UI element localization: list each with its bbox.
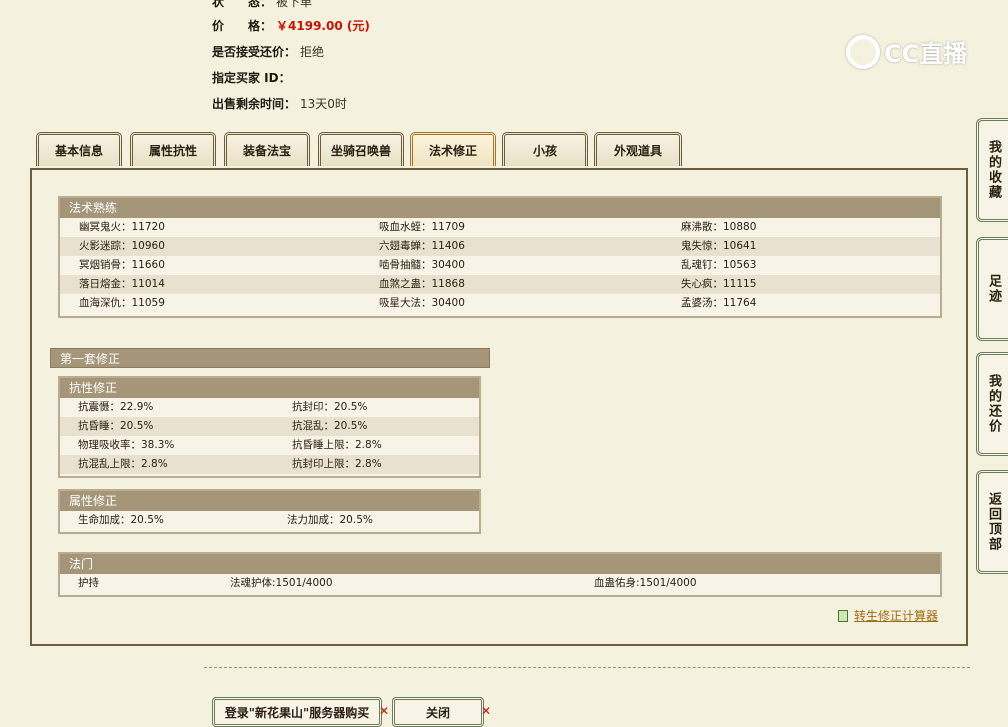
table-cell: 抗封印：20.5% <box>292 401 368 413</box>
side-nav-history[interactable]: 足迹 <box>976 237 1008 341</box>
tab-mounts-pets[interactable]: 坐骑召唤兽 <box>318 132 404 166</box>
tab-label: 外观道具 <box>613 144 662 158</box>
table-cell: 血蛊佑身:1501/4000 <box>594 577 697 589</box>
tab-equipment[interactable]: 装备法宝 <box>224 132 310 166</box>
table-cell: 幽冥鬼火：11720 <box>79 221 165 233</box>
side-nav-my-offers[interactable]: 我的还价 <box>976 352 1008 456</box>
side-nav-label: 足迹 <box>986 274 1001 304</box>
side-nav-label: 我的收藏 <box>986 140 1001 200</box>
spell-mastery-box: 法术熟练 幽冥鬼火：11720 吸血水蛭：11709 麻沸散：10880 火影迷… <box>58 196 942 318</box>
tab-basic-info[interactable]: 基本信息 <box>36 132 122 166</box>
sect-title: 法门 <box>60 554 940 574</box>
table-cell: 抗震慑：22.9% <box>78 401 154 413</box>
table-cell: 生命加成：20.5% <box>78 514 164 526</box>
tab-label: 基本信息 <box>54 144 103 158</box>
table-cell: 物理吸收率：38.3% <box>78 439 175 451</box>
table-cell: 乱魂钉：10563 <box>681 259 757 271</box>
table-row: 幽冥鬼火：11720 吸血水蛭：11709 麻沸散：10880 <box>60 218 940 237</box>
side-nav-label: 返回顶部 <box>986 492 1001 552</box>
price-value: ￥4199.00 (元) <box>276 19 370 33</box>
price-row: 价 格： ￥4199.00 (元) <box>212 18 370 34</box>
buyer-id-label: 指定买家 ID： <box>212 71 291 85</box>
table-row: 抗震慑：22.9% 抗封印：20.5% <box>60 398 479 417</box>
table-row: 血海深仇：11059 吸星大法：30400 孟婆汤：11764 <box>60 294 940 313</box>
login-server-buy-button[interactable]: 登录"新花果山"服务器购买 ✕ <box>212 697 389 727</box>
close-x-icon: ✕ <box>480 704 491 718</box>
tab-label: 小孩 <box>532 144 557 158</box>
table-row: 落日熔金：11014 血煞之蛊：11868 失心疯：11115 <box>60 275 940 294</box>
table-cell: 失心疯：11115 <box>681 278 757 290</box>
rebirth-calculator-link[interactable]: 转生修正计算器 <box>838 607 938 624</box>
resist-correction-box: 抗性修正 抗震慑：22.9% 抗封印：20.5% 抗昏睡：20.5% 抗混乱：2… <box>58 376 481 478</box>
table-cell: 血煞之蛊：11868 <box>379 278 465 290</box>
correction-set-title: 第一套修正 <box>50 348 490 368</box>
table-row: 火影迷踪：10960 六翅毒蝉：11406 鬼失惊：10641 <box>60 237 940 256</box>
table-cell: 抗昏睡上限：2.8% <box>292 439 382 451</box>
counter-offer-row: 是否接受还价： 拒绝 <box>212 44 324 60</box>
attribute-correction-box: 属性修正 生命加成：20.5% 法力加成：20.5% <box>58 489 481 534</box>
table-row: 抗混乱上限：2.8% 抗封印上限：2.8% <box>60 455 479 474</box>
time-row: 出售剩余时间： 13天0时 <box>212 96 347 112</box>
table-row: 物理吸收率：38.3% 抗昏睡上限：2.8% <box>60 436 479 455</box>
resist-correction-title: 抗性修正 <box>60 378 479 398</box>
tab-label: 法术修正 <box>428 144 477 158</box>
table-cell: 法魂护体:1501/4000 <box>230 577 333 589</box>
table-cell: 麻沸散：10880 <box>681 221 757 233</box>
side-nav-label: 我的还价 <box>986 374 1001 434</box>
cc-live-watermark: CC直播 <box>846 34 967 69</box>
spell-mastery-title: 法术熟练 <box>60 198 940 218</box>
table-cell: 吸血水蛭：11709 <box>379 221 465 233</box>
table-cell: 抗混乱上限：2.8% <box>78 458 168 470</box>
tab-appearance[interactable]: 外观道具 <box>594 132 682 166</box>
table-row: 生命加成：20.5% 法力加成：20.5% <box>60 511 479 530</box>
sect-box: 法门 护持 法魂护体:1501/4000 血蛊佑身:1501/4000 <box>58 552 942 597</box>
attribute-correction-title: 属性修正 <box>60 491 479 511</box>
tab-spell-correction[interactable]: 法术修正 <box>410 132 496 166</box>
table-cell: 火影迷踪：10960 <box>79 240 165 252</box>
calculator-icon <box>838 609 848 622</box>
table-cell: 吸星大法：30400 <box>379 297 465 309</box>
side-nav-back-to-top[interactable]: 返回顶部 <box>976 470 1008 574</box>
close-button[interactable]: 关闭 ✕ <box>392 697 491 727</box>
table-cell: 抗混乱：20.5% <box>292 420 368 432</box>
tab-label: 装备法宝 <box>242 144 291 158</box>
counter-offer-label: 是否接受还价： <box>212 45 297 59</box>
table-cell: 法力加成：20.5% <box>287 514 373 526</box>
cc-logo-icon <box>846 34 880 69</box>
watermark-text: CC直播 <box>884 40 968 68</box>
table-cell: 冥烟销骨：11660 <box>79 259 165 271</box>
tab-label: 属性抗性 <box>148 144 197 158</box>
table-row: 冥烟销骨：11660 啮骨抽髓：30400 乱魂钉：10563 <box>60 256 940 275</box>
calculator-link-label: 转生修正计算器 <box>854 609 939 623</box>
table-cell: 六翅毒蝉：11406 <box>379 240 465 252</box>
buy-button-label: 登录"新花果山"服务器购买 <box>224 705 370 720</box>
buyer-row: 指定买家 ID： <box>212 70 295 86</box>
table-cell: 鬼失惊：10641 <box>681 240 757 252</box>
table-row: 抗昏睡：20.5% 抗混乱：20.5% <box>60 417 479 436</box>
tab-label: 坐骑召唤兽 <box>330 144 391 158</box>
counter-offer-value: 拒绝 <box>300 45 325 59</box>
table-cell: 落日熔金：11014 <box>79 278 165 290</box>
table-cell: 抗昏睡：20.5% <box>78 420 154 432</box>
table-cell: 血海深仇：11059 <box>79 297 165 309</box>
divider <box>204 667 970 668</box>
time-remaining-label: 出售剩余时间： <box>212 97 297 111</box>
table-cell: 抗封印上限：2.8% <box>292 458 382 470</box>
status-label: 状 态： <box>212 0 273 9</box>
tab-attributes[interactable]: 属性抗性 <box>130 132 216 166</box>
side-nav-favorites[interactable]: 我的收藏 <box>976 118 1008 222</box>
table-cell: 护持 <box>78 577 99 589</box>
table-cell: 孟婆汤：11764 <box>681 297 757 309</box>
tab-child[interactable]: 小孩 <box>502 132 588 166</box>
close-button-label: 关闭 <box>425 705 450 720</box>
table-row: 护持 法魂护体:1501/4000 血蛊佑身:1501/4000 <box>60 574 940 593</box>
close-x-icon: ✕ <box>378 704 389 718</box>
price-label: 价 格： <box>212 19 273 33</box>
table-cell: 啮骨抽髓：30400 <box>379 259 465 271</box>
time-remaining-value: 13天0时 <box>300 97 347 111</box>
status-value: 被下单 <box>276 0 313 9</box>
status-row: 状 态： 被下单 <box>212 0 312 10</box>
